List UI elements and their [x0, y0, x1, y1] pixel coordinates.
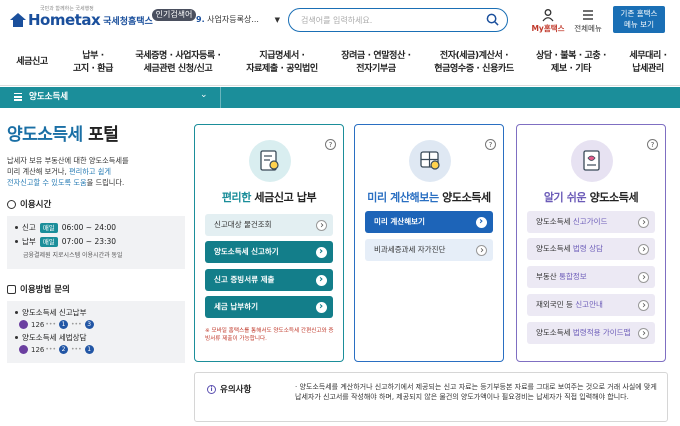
document-icon: [260, 150, 279, 171]
mobile-note: ※ 모바일 홈택스를 통해서도 양도소득세 간편신고와 증빙서류 제출이 가능합…: [205, 328, 334, 342]
phone-icon: [19, 345, 28, 354]
inquiry-row: 양도소득세 신고납부: [15, 307, 177, 318]
logo-sub: 국세청홈택스: [103, 16, 153, 27]
chevron-right-icon: [316, 269, 327, 291]
nav-item-consult[interactable]: 상담 · 불복 · 고충 · 제보 · 기타: [526, 40, 616, 85]
notice-text: · 양도소득세를 계산하거나 신고하기에서 제공되는 신고 자료는 등기부등본 …: [295, 383, 657, 401]
category-title[interactable]: 양도소득세: [29, 87, 68, 108]
hamburger-icon[interactable]: [14, 93, 22, 101]
hours-section-title: 이용시간: [7, 198, 185, 210]
simulate-button[interactable]: 미리 계산해보기: [365, 211, 493, 233]
left-panel: 양도소득세 포털 납세자 보유 부동산에 대한 양도소득세를 미리 계산해 보거…: [7, 120, 185, 363]
hours-note: 금융결제원 지로시스템 이용시간과 동일: [23, 252, 123, 259]
phone-row: 126 ••• 1 ••• 3: [19, 320, 177, 329]
chevron-right-icon: [638, 323, 649, 345]
logo-brand: Hometax: [28, 11, 101, 29]
hours-row-report: 신고 매일 06:00 ~ 24:00: [15, 222, 177, 233]
my-hometax-label: My홈택스: [531, 24, 565, 33]
old-btn-line2: 메뉴 보기: [624, 20, 654, 29]
my-hometax-button[interactable]: My홈택스: [530, 8, 566, 34]
old-btn-line1: 기존 홈택스: [620, 9, 658, 18]
notice-label: i 유의사항: [207, 383, 251, 395]
card-title: 알기 쉬운 양도소득세: [543, 191, 639, 204]
phone-icon: [19, 320, 28, 329]
chevron-right-icon: [638, 239, 649, 261]
logo-tagline: 국민과 함께하는 국세행정: [40, 6, 94, 12]
calculator-icon-circle: [409, 140, 451, 182]
card-tax-report: ? 편리한 세금신고 납부 신고대상 물건조회 양도소득세 신고하기 신고 증빙…: [194, 124, 344, 362]
category-bar: 양도소득세 ⌄: [0, 87, 680, 108]
guide-icon-circle: [571, 140, 613, 182]
card-simulation: ? 미리 계산해보는 양도소득세 미리 계산해보기 비과세증과세 자가진단: [354, 124, 504, 362]
inquiry-box: 양도소득세 신고납부 126 ••• 1 ••• 3 양도소득세 세법상담 126 •…: [7, 301, 185, 363]
card-guide: ? 알기 쉬운 양도소득세 양도소득세 신고가이드 양도소득세 법령 상담 부동…: [516, 124, 666, 362]
page-title: 양도소득세 포털: [7, 125, 119, 145]
main-navigation: 세금신고 납부 · 고지 · 환급 국세증명 · 사업자등록 · 세금관련 신청/신…: [0, 40, 680, 86]
all-menu-label: 전체메뉴: [574, 24, 602, 33]
help-icon[interactable]: ?: [325, 139, 336, 150]
report-tax-button[interactable]: 양도소득세 신고하기: [205, 241, 333, 263]
chevron-right-icon: [638, 212, 649, 234]
chevron-down-icon: ▼: [274, 16, 280, 24]
hometax-logo[interactable]: 국민과 함께하는 국세행정 Hometax 국세청홈택스: [10, 6, 153, 32]
property-info-button[interactable]: 부동산 통합정보: [527, 266, 655, 289]
pay-tax-button[interactable]: 세금 납부하기: [205, 296, 333, 318]
help-icon[interactable]: ?: [485, 139, 496, 150]
status-badge: 매일: [39, 236, 58, 247]
search-box: [288, 8, 508, 32]
nav-item-agent[interactable]: 세무대리 · 납세관리: [616, 40, 680, 85]
property-lookup-button[interactable]: 신고대상 물건조회: [205, 214, 333, 237]
hours-box: 신고 매일 06:00 ~ 24:00 납부 매일 07:00 ~ 23:30 …: [7, 216, 185, 269]
search-input[interactable]: [301, 13, 471, 27]
nav-item-e-invoice[interactable]: 전자(세금)계산서 · 현금영수증 · 신용카드: [422, 40, 526, 85]
calculator-icon: [420, 151, 440, 170]
card-title: 미리 계산해보는 양도소득세: [367, 191, 491, 204]
hamburger-icon: [583, 10, 593, 20]
law-consult-button[interactable]: 양도소득세 법령 상담: [527, 238, 655, 261]
home-icon: [10, 13, 26, 27]
nav-item-incentive[interactable]: 장려금 · 연말정산 · 전자기부금: [330, 40, 422, 85]
nav-item-certificate[interactable]: 국세증명 · 사업자등록 · 세금관련 신청/신고: [122, 40, 234, 85]
inquiry-row: 양도소득세 세법상담: [15, 332, 177, 343]
popular-term: 사업자등록상...: [207, 15, 259, 24]
old-hometax-menu-button[interactable]: 기존 홈택스 메뉴 보기: [613, 6, 665, 33]
submit-documents-button[interactable]: 신고 증빙서류 제출: [205, 269, 333, 291]
user-icon: [542, 9, 554, 22]
clock-icon: [7, 199, 16, 209]
card-title: 편리한 세금신고 납부: [221, 191, 317, 204]
chevron-right-icon: [638, 295, 649, 317]
header: 국민과 함께하는 국세행정 Hometax 국세청홈택스 인기검색어 9. 사업…: [0, 0, 680, 40]
chevron-right-icon: [476, 240, 487, 262]
document-icon-circle: [249, 140, 291, 182]
guide-book-icon: [583, 150, 600, 171]
report-guide-button[interactable]: 양도소득세 신고가이드: [527, 211, 655, 234]
chevron-right-icon: [476, 211, 487, 233]
hours-row-payment: 납부 매일 07:00 ~ 23:30: [15, 236, 177, 247]
phone-row: 126 ••• 2 ••• 1: [19, 345, 177, 354]
intro-text: 납세자 보유 부동산에 대한 양도소득세를 미리 계산해 보거나, 편리하고 쉽…: [7, 156, 129, 187]
self-diagnosis-button[interactable]: 비과세증과세 자가진단: [365, 239, 493, 262]
search-icon[interactable]: [486, 13, 499, 26]
popular-search-label: 인기검색어: [152, 9, 196, 21]
popular-rank: 9.: [196, 15, 205, 24]
help-icon[interactable]: ?: [647, 139, 658, 150]
chevron-right-icon: [638, 267, 649, 289]
overseas-guide-button[interactable]: 재외국민 등 신고안내: [527, 294, 655, 317]
nav-item-tax-report[interactable]: 세금신고: [0, 40, 64, 85]
divider: [220, 87, 221, 108]
nav-item-statement[interactable]: 지급명세서 · 자료제출 · 공익법인: [234, 40, 330, 85]
info-icon: i: [207, 384, 216, 394]
status-badge: 매일: [39, 222, 58, 233]
nav-item-payment[interactable]: 납부 · 고지 · 환급: [64, 40, 122, 85]
all-menu-button[interactable]: 전체메뉴: [570, 8, 606, 34]
chevron-right-icon: [316, 296, 327, 318]
people-icon: [7, 284, 16, 294]
inquiry-section-title: 이용방법 문의: [7, 283, 185, 295]
chevron-down-icon[interactable]: ⌄: [200, 90, 208, 100]
chevron-right-icon: [316, 241, 327, 263]
popular-search-select[interactable]: 9. 사업자등록상... ▼: [196, 10, 284, 30]
notice-box: i 유의사항 · 양도소득세를 계산하거나 신고하기에서 제공되는 신고 자료는…: [194, 372, 668, 422]
chevron-right-icon: [316, 215, 327, 237]
law-guidemap-button[interactable]: 양도소득세 법령적용 가이드맵: [527, 322, 655, 345]
